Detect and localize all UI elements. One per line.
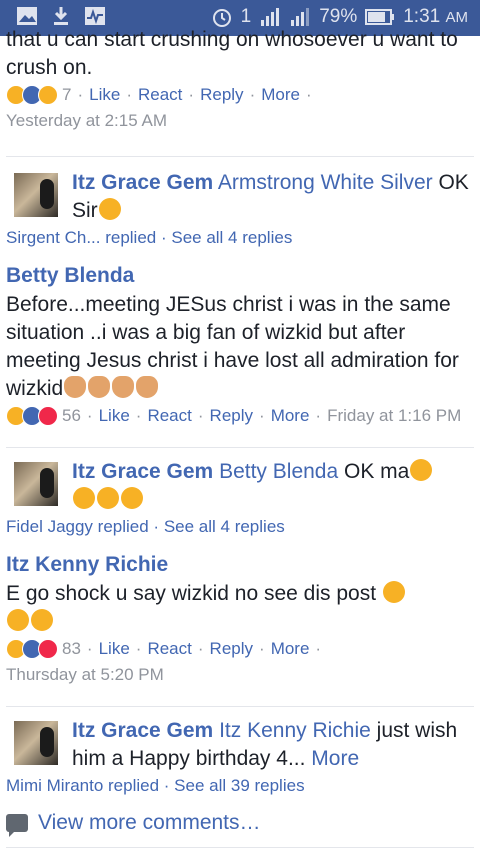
battery-icon	[365, 9, 395, 25]
timestamp: Friday at 1:16 PM	[327, 406, 462, 425]
like-link[interactable]: Like	[99, 636, 130, 662]
comment-text: E go shock u say wizkid no see dis post	[0, 580, 480, 636]
woman-emoji-icon	[136, 376, 159, 398]
react-link[interactable]: React	[147, 636, 191, 662]
reply-author[interactable]: Itz Grace Gem	[72, 719, 213, 742]
clock: 1:31 AM	[403, 6, 468, 28]
reaction-icons[interactable]	[6, 85, 58, 105]
timestamp: Yesterday at 2:15 AM	[6, 111, 167, 130]
like-link[interactable]: Like	[99, 403, 130, 429]
top-comment-text: that u can start crushing on whosoever u…	[6, 28, 458, 79]
reply-author[interactable]: Itz Grace Gem	[72, 171, 213, 194]
avatar[interactable]	[14, 721, 58, 765]
comment-meta: 56 · Like · React · Reply · More · Friday at …	[0, 403, 480, 429]
comment-message: E go shock u say wizkid no see dis post	[6, 582, 377, 605]
reply-text: Itz Grace Gem Betty Blenda OK ma	[72, 458, 433, 514]
reply-text: Itz Grace Gem Itz Kenny Richie just wish…	[72, 717, 474, 773]
reply-text: Itz Grace Gem Armstrong White Silver OK …	[72, 169, 474, 225]
reaction-count[interactable]: 56	[62, 403, 81, 429]
reaction-count[interactable]: 83	[62, 636, 81, 662]
timestamp: Thursday at 5:20 PM	[6, 665, 164, 684]
crying-laughing-emoji-icon	[410, 459, 433, 481]
reply-link[interactable]: Reply	[210, 636, 253, 662]
love-reaction-icon	[38, 639, 58, 659]
divider	[6, 847, 474, 848]
laughing-emoji-icon	[382, 581, 405, 603]
crying-laughing-emoji-icon	[97, 487, 119, 509]
view-more-label: View more comments…	[38, 811, 261, 834]
see-all-replies-link[interactable]: See all 4 replies	[171, 228, 292, 247]
comment-text: Before...meeting JESus christ i was in t…	[0, 291, 480, 403]
see-more-link[interactable]: More	[311, 747, 359, 770]
divider	[6, 706, 474, 707]
download-icon	[54, 7, 68, 25]
replies-summary[interactable]: Mimi Miranto replied · See all 39 replie…	[0, 773, 480, 799]
comment-author[interactable]: Itz Kenny Richie	[0, 550, 480, 580]
react-link[interactable]: React	[138, 82, 182, 108]
replied-by[interactable]: Sirgent Ch... replied	[6, 228, 156, 247]
gallery-icon	[17, 7, 37, 25]
react-link[interactable]: React	[147, 403, 191, 429]
replied-by[interactable]: Fidel Jaggy replied	[6, 517, 149, 536]
clock-ampm: AM	[445, 9, 469, 26]
signal-icon	[261, 8, 280, 26]
replied-by[interactable]: Mimi Miranto replied	[6, 776, 159, 795]
reply-preview[interactable]: Itz Grace Gem Armstrong White Silver OK …	[0, 169, 480, 225]
status-left-icons	[16, 6, 106, 26]
top-comment-meta: 7 · Like · React · Reply · More · Yesterday a…	[0, 82, 480, 134]
replies-summary[interactable]: Fidel Jaggy replied · See all 4 replies	[0, 514, 480, 540]
woman-emoji-icon	[112, 376, 135, 398]
crying-laughing-emoji-icon	[73, 487, 95, 509]
reply-mention[interactable]: Betty Blenda	[219, 460, 338, 483]
reaction-icons[interactable]	[6, 639, 58, 659]
reaction-icons[interactable]	[6, 406, 58, 426]
crying-cat-emoji-icon	[98, 198, 121, 220]
reply-mention[interactable]: Armstrong White Silver	[218, 171, 433, 194]
battery-percent: 79%	[319, 6, 358, 27]
reply-preview[interactable]: Itz Grace Gem Itz Kenny Richie just wish…	[0, 717, 480, 773]
signal-2-icon	[291, 8, 310, 26]
clock-time: 1:31	[403, 6, 441, 27]
reply-preview[interactable]: Itz Grace Gem Betty Blenda OK ma	[0, 458, 480, 514]
comments-list: that u can start crushing on whosoever u…	[0, 28, 480, 848]
comment-meta: 83 · Like · React · Reply · More · Thursday a…	[0, 636, 480, 688]
activity-icon	[85, 7, 105, 25]
laughing-emoji-icon	[31, 609, 53, 631]
reply-message: OK ma	[338, 460, 410, 483]
replies-summary[interactable]: Sirgent Ch... replied · See all 4 replie…	[0, 225, 480, 251]
woman-emoji-icon	[64, 376, 87, 398]
reply-link[interactable]: Reply	[200, 82, 243, 108]
status-right-icons: 1 79% 1:31 AM	[211, 6, 468, 28]
crying-laughing-emoji-icon	[121, 487, 143, 509]
sim-label: 1	[240, 6, 252, 27]
see-all-replies-link[interactable]: See all 39 replies	[174, 776, 304, 795]
wow-reaction-icon	[38, 85, 58, 105]
avatar[interactable]	[14, 173, 58, 217]
love-reaction-icon	[38, 406, 58, 426]
avatar[interactable]	[14, 462, 58, 506]
alarm-icon	[212, 9, 231, 27]
more-link[interactable]: More	[271, 636, 310, 662]
reply-author[interactable]: Itz Grace Gem	[72, 460, 213, 483]
reaction-count[interactable]: 7	[62, 82, 71, 108]
comment-author[interactable]: Betty Blenda	[0, 261, 480, 291]
more-link[interactable]: More	[261, 82, 300, 108]
more-link[interactable]: More	[271, 403, 310, 429]
reply-mention[interactable]: Itz Kenny Richie	[219, 719, 371, 742]
comment-icon	[6, 814, 28, 837]
laughing-emoji-icon	[7, 609, 29, 631]
woman-emoji-icon	[88, 376, 111, 398]
view-more-comments-button[interactable]: View more comments…	[0, 811, 480, 837]
see-all-replies-link[interactable]: See all 4 replies	[164, 517, 285, 536]
reply-link[interactable]: Reply	[210, 403, 253, 429]
divider	[6, 156, 474, 157]
like-link[interactable]: Like	[89, 82, 120, 108]
divider	[6, 447, 474, 448]
